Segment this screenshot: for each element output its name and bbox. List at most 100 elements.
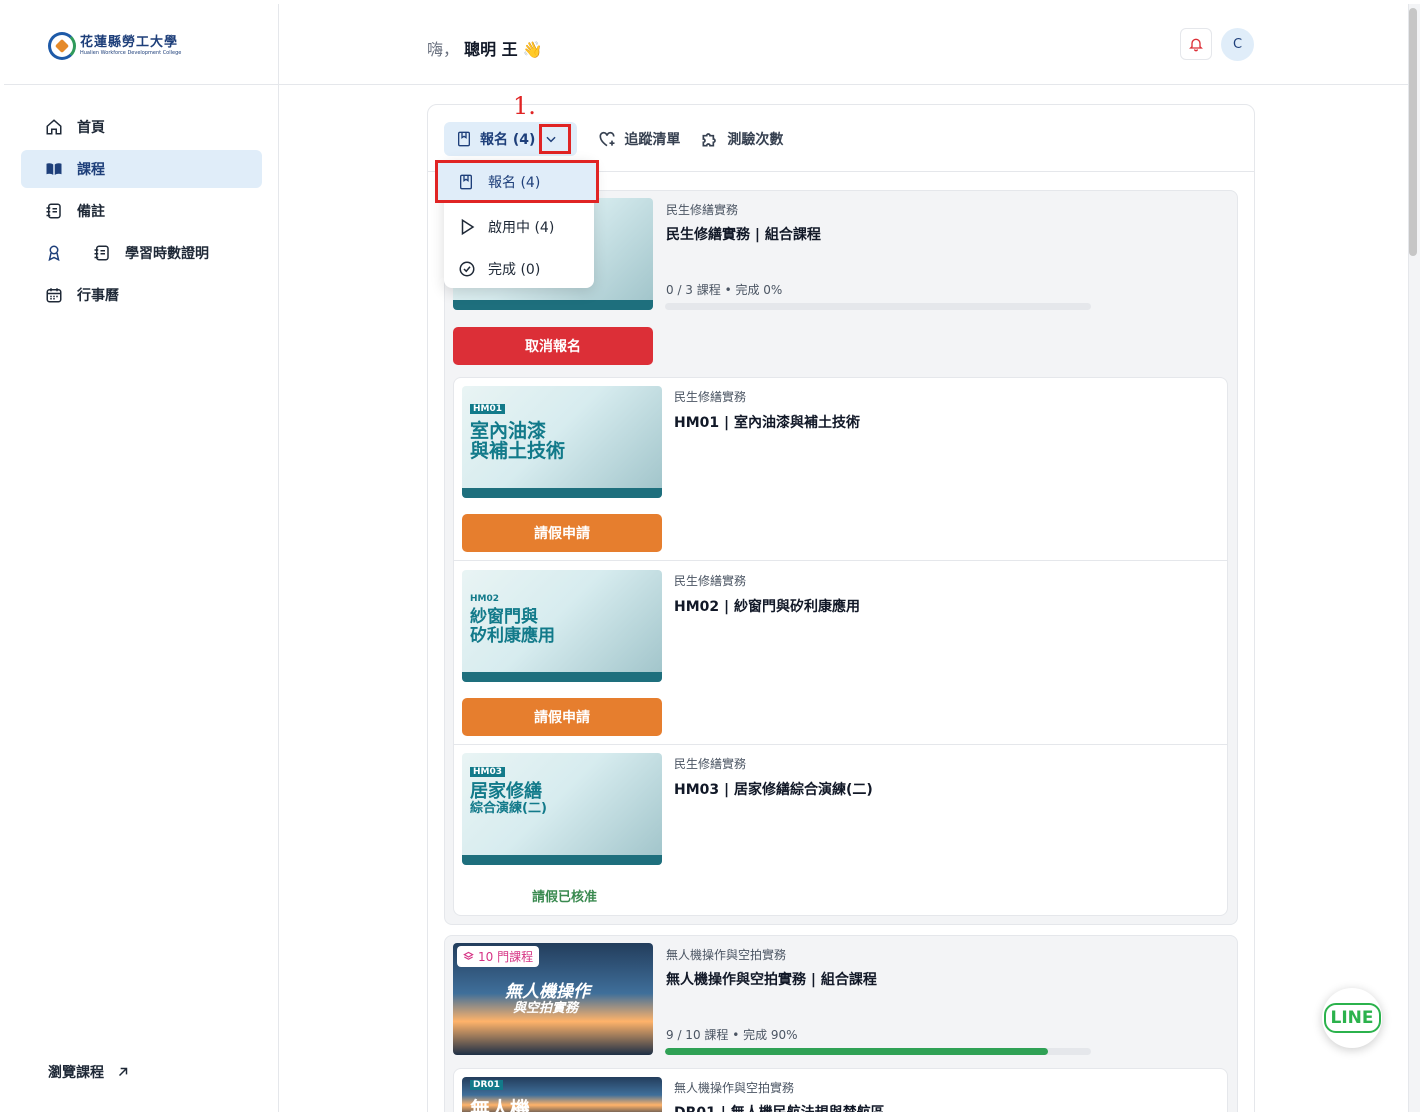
tab-enrolled-label: 報名 (4) — [480, 132, 536, 148]
home-icon — [46, 119, 62, 135]
thumbnail-strip — [462, 488, 662, 498]
bundle-2-progress-text: 9 / 10 課程 • 完成 90% — [666, 1028, 798, 1042]
bundle-1-progress-text: 0 / 3 課程 • 完成 0% — [666, 283, 783, 297]
menu-item-label: 啟用中 (4) — [488, 220, 555, 236]
thumbnail-strip — [462, 855, 662, 865]
sidebar-item-label: 課程 — [77, 162, 105, 178]
greeting-prefix: 嗨， — [427, 40, 460, 59]
sidebar: 花蓮縣勞工大學 Hualien Workforce Development Co… — [4, 4, 279, 1112]
thumbnail-code: HM03 — [470, 767, 506, 777]
tab-quiz-attempts[interactable]: 測驗次數 — [700, 129, 783, 149]
notebook-icon — [46, 203, 61, 219]
chevron-down-icon — [546, 136, 557, 143]
leave-request-button[interactable]: 請假申請 — [462, 514, 662, 552]
browse-courses-link[interactable]: 瀏覽課程 — [48, 1062, 130, 1082]
tab-dropdown-toggle[interactable] — [539, 124, 572, 154]
puzzle-icon — [702, 133, 717, 147]
course-title[interactable]: DR01 | 無人機民航法規與禁航區 — [674, 1102, 885, 1112]
tab-wishlist[interactable]: 追蹤清單 — [597, 129, 680, 149]
course-thumbnail[interactable]: HM02 紗窗門與 矽利康應用 — [462, 570, 662, 682]
sidebar-item-calendar[interactable]: 行事曆 — [21, 276, 262, 314]
course-category: 民生修繕實務 — [674, 574, 747, 588]
course-category: 民生修繕實務 — [674, 757, 747, 771]
thumbnail-strip — [462, 672, 662, 682]
notification-button[interactable] — [1180, 28, 1212, 60]
sidebar-item-label: 首頁 — [77, 120, 105, 136]
course-category: 民生修繕實務 — [674, 390, 747, 404]
line-chat-button[interactable]: LINE — [1322, 988, 1382, 1048]
course-thumbnail[interactable]: HM01 室內油漆 與補土技術 — [462, 386, 662, 498]
course-count-badge: 10 門課程 — [457, 946, 540, 967]
user-name: 聰明 王 — [464, 40, 518, 59]
tab-quiz-label: 測驗次數 — [727, 132, 784, 148]
sidebar-nav: 首頁 課程 備註 學習時數證明 行事曆 — [21, 108, 262, 318]
browse-courses-label: 瀏覽課程 — [48, 1065, 104, 1081]
sidebar-item-label: 學習時數證明 — [125, 246, 209, 262]
bundle-1-progress-bar — [665, 303, 1091, 310]
play-icon — [461, 218, 475, 236]
tab-enrolled[interactable]: 報名 (4) — [444, 122, 578, 156]
thumbnail-title: 與空拍實務 — [513, 1001, 579, 1016]
cancel-enrollment-button[interactable]: 取消報名 — [453, 327, 653, 365]
bundle-2-category: 無人機操作與空拍實務 — [666, 948, 787, 962]
thumbnail-title: 無人機 — [470, 1097, 530, 1112]
menu-item-completed[interactable]: 完成 (0) — [444, 248, 594, 290]
calendar-icon — [46, 288, 62, 303]
sidebar-item-courses[interactable]: 課程 — [21, 150, 262, 188]
layers-icon — [463, 951, 474, 960]
course-thumbnail[interactable]: DR01 無人機 — [462, 1077, 662, 1112]
book-icon — [46, 163, 62, 175]
thumbnail-code: DR01 — [470, 1080, 503, 1090]
logo-subtitle: Hualien Workforce Development College — [80, 49, 182, 56]
sidebar-item-label: 備註 — [77, 204, 105, 220]
avatar[interactable]: C — [1221, 28, 1254, 61]
bundle-2-progress-fill — [665, 1048, 1049, 1055]
sidebar-item-home[interactable]: 首頁 — [21, 108, 262, 146]
bookmark-icon — [458, 131, 470, 147]
course-title[interactable]: HM01 | 室內油漆與補土技術 — [674, 412, 860, 432]
bundle-2-thumbnail[interactable]: 10 門課程 無人機操作 與空拍實務 — [453, 943, 653, 1055]
menu-item-enrolled-highlighted[interactable]: 報名 (4) — [435, 160, 599, 203]
course-title[interactable]: HM02 | 紗窗門與矽利康應用 — [674, 596, 860, 616]
menu-item-label: 報名 (4) — [488, 174, 541, 191]
sidebar-divider — [4, 84, 278, 85]
thumbnail-title: 與補土技術 — [470, 440, 566, 462]
logo[interactable]: 花蓮縣勞工大學 Hualien Workforce Development Co… — [48, 32, 181, 60]
bundle-1-title[interactable]: 民生修繕實務 | 組合課程 — [666, 224, 821, 244]
thumbnail-code: HM01 — [470, 404, 506, 414]
sidebar-item-label: 行事曆 — [77, 288, 119, 304]
course-title[interactable]: HM03 | 居家修繕綜合演練(二) — [674, 779, 873, 799]
course-tabs: 報名 (4) 追蹤清單 測驗次數 — [444, 122, 783, 156]
bundle-2-title[interactable]: 無人機操作與空拍實務 | 組合課程 — [666, 969, 877, 989]
sidebar-item-certificate[interactable]: 學習時數證明 — [21, 234, 262, 272]
greeting: 嗨， 聰明 王 👋 — [427, 36, 543, 60]
line-logo-label: LINE — [1323, 1003, 1381, 1033]
wave-emoji: 👋 — [522, 40, 543, 59]
course-thumbnail[interactable]: HM03 居家修繕 綜合演練(二) — [462, 753, 662, 865]
arrow-up-right-icon — [118, 1067, 128, 1077]
check-circle-icon — [459, 261, 475, 277]
course-count-label: 10 門課程 — [478, 950, 534, 964]
leave-approved-status: 請假已核准 — [532, 890, 598, 905]
thumbnail-title: 綜合演練(二) — [470, 801, 547, 816]
menu-item-label: 完成 (0) — [488, 262, 541, 278]
top-bar: 嗨， 聰明 王 👋 C — [279, 4, 1408, 85]
bookmark-icon — [460, 174, 472, 189]
leave-request-button[interactable]: 請假申請 — [462, 698, 662, 736]
bell-icon — [1189, 38, 1203, 52]
tab-wishlist-label: 追蹤清單 — [624, 132, 681, 148]
annotation-step-label: 1. — [513, 92, 536, 120]
menu-item-active[interactable]: 啟用中 (4) — [444, 206, 594, 248]
bundle-2-progress-bar — [665, 1048, 1091, 1055]
course-category: 無人機操作與空拍實務 — [674, 1081, 795, 1095]
award-icon — [48, 245, 60, 262]
thumbnail-title: 矽利康應用 — [470, 626, 555, 646]
heart-plus-icon — [599, 131, 615, 147]
bundle-1-category: 民生修繕實務 — [666, 203, 739, 217]
logo-name: 花蓮縣勞工大學 — [80, 34, 179, 50]
sidebar-item-notes[interactable]: 備註 — [21, 192, 262, 230]
scrollbar-thumb[interactable] — [1409, 8, 1417, 256]
thumbnail-strip — [453, 300, 653, 310]
notebook-icon — [94, 245, 109, 261]
logo-mark-icon — [48, 32, 76, 60]
